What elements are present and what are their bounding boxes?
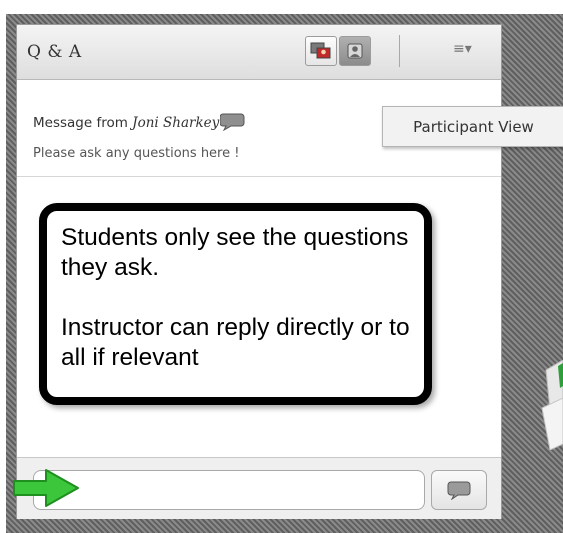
top-background-strip <box>0 0 563 14</box>
speech-bubble-icon <box>219 111 246 135</box>
qa-pod: Q & A ≡▾ Message from Joni Sharkey Pleas… <box>16 24 502 519</box>
message-from-label: Message from <box>33 115 133 131</box>
left-background-strip <box>0 0 6 533</box>
participant-view-tooltip: Participant View <box>382 106 563 147</box>
annotation-callout: Students only see the questions they ask… <box>39 203 432 405</box>
message-divider <box>17 176 501 177</box>
participant-view-icon <box>347 43 363 59</box>
green-arrow-icon <box>13 469 79 507</box>
question-input[interactable] <box>33 470 425 510</box>
background-cards-graphic <box>541 360 563 450</box>
message-body: Please ask any questions here ! <box>33 146 240 161</box>
participant-view-button[interactable] <box>339 36 371 66</box>
qa-pod-header: Q & A ≡▾ <box>17 25 501 80</box>
qa-pod-title: Q & A <box>27 42 82 62</box>
host-view-button[interactable] <box>305 36 337 66</box>
send-button[interactable] <box>431 470 487 510</box>
annotation-line-1: Students only see the questions they ask… <box>61 224 409 281</box>
send-bubble-icon <box>447 481 471 500</box>
message-sender: Joni Sharkey <box>132 115 220 131</box>
message-header: Message from Joni Sharkey <box>33 111 246 135</box>
annotation-line-2: Instructor can reply directly or to all … <box>61 314 410 371</box>
header-divider <box>399 35 400 67</box>
host-view-icon <box>310 42 331 59</box>
pod-menu-icon[interactable]: ≡▾ <box>453 41 472 57</box>
